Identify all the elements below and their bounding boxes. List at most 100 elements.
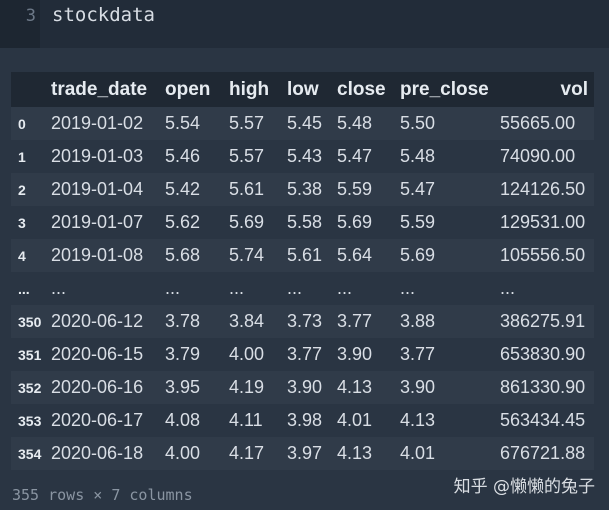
table-cell: 5.47	[400, 179, 436, 199]
table-cell: 4.01	[400, 443, 436, 463]
table-cell: 3.84	[229, 311, 265, 331]
table-cell: 5.64	[337, 245, 373, 265]
table-cell: ...	[287, 278, 303, 298]
table-cell: 5.46	[165, 146, 201, 166]
column-header: trade_date	[51, 78, 148, 100]
table-cell: 5.54	[165, 113, 201, 133]
table-row: 351 2020-06-15 3.79 4.00 3.77 3.90 3.77 653830.…	[11, 338, 594, 371]
table-row: 4 2019-01-08 5.68 5.74 5.61 5.64 5.69 105556.50	[11, 239, 594, 272]
table-cell: 105556.50	[500, 245, 586, 265]
table-cell: 2020-06-17	[51, 410, 144, 430]
table-cell: 3.95	[165, 377, 201, 397]
table-cell: 3.77	[400, 344, 436, 364]
table-row: 352 2020-06-16 3.95 4.19 3.90 4.13 3.90 861330.…	[11, 371, 594, 404]
table-cell: 4.13	[400, 410, 436, 430]
table-cell: 5.68	[165, 245, 201, 265]
table-cell: 55665.00	[500, 113, 576, 133]
table-cell: 5.43	[287, 146, 323, 166]
table-cell: 4.00	[165, 443, 201, 463]
column-header: open	[165, 78, 211, 100]
table-row: 353 2020-06-17 4.08 4.11 3.98 4.01 4.13 563434.…	[11, 404, 594, 437]
table-cell: 2020-06-15	[51, 344, 144, 364]
table-cell: 5.69	[400, 245, 436, 265]
table-cell: 3.90	[287, 377, 323, 397]
row-index: 3	[18, 214, 26, 231]
table-cell: 5.69	[337, 212, 373, 232]
table-cell: 5.48	[337, 113, 373, 133]
table-cell: 2019-01-03	[51, 146, 144, 166]
table-cell: 5.38	[287, 179, 323, 199]
header-row: trade_date open high low close pre_close…	[11, 72, 594, 107]
row-index: 351	[18, 346, 42, 363]
table-cell: 3.77	[337, 311, 373, 331]
row-index: 350	[18, 313, 42, 330]
table-cell: 5.69	[229, 212, 265, 232]
table-cell: 2019-01-02	[51, 113, 144, 133]
table-cell: 5.62	[165, 212, 201, 232]
table-cell: 5.59	[337, 179, 373, 199]
column-header: low	[287, 78, 319, 100]
table-cell: 3.90	[400, 377, 436, 397]
table-cell: 3.97	[287, 443, 323, 463]
table-cell: 4.13	[337, 443, 373, 463]
table-cell: 3.77	[287, 344, 323, 364]
table-cell: 2020-06-16	[51, 377, 144, 397]
row-index: 2	[18, 181, 26, 198]
column-header: vol	[560, 78, 588, 100]
table-cell: 861330.90	[500, 377, 586, 397]
column-header: pre_close	[400, 78, 489, 100]
watermark: 知乎 @懒懒的兔子	[453, 477, 595, 497]
table-row: 1 2019-01-03 5.46 5.57 5.43 5.47 5.48 74090.00	[11, 140, 594, 173]
table-cell: 2019-01-04	[51, 179, 144, 199]
table-cell: ...	[400, 278, 416, 298]
table-cell: 5.45	[287, 113, 323, 133]
table-cell: ...	[500, 278, 516, 298]
table-cell: 5.48	[400, 146, 436, 166]
table-cell: 5.47	[337, 146, 373, 166]
cell-gutter: 3	[0, 0, 40, 48]
table-cell: 5.74	[229, 245, 265, 265]
table-cell: 3.88	[400, 311, 436, 331]
line-number: 3	[25, 6, 36, 26]
table-cell: ...	[165, 278, 181, 298]
table-cell: 5.61	[287, 245, 323, 265]
table-cell: ...	[229, 278, 245, 298]
row-index: ...	[18, 280, 30, 297]
table-cell: 4.11	[229, 410, 263, 430]
dataframe-table: trade_date open high low close pre_close…	[11, 72, 594, 470]
table-cell: 653830.90	[500, 344, 586, 364]
table-row: 2 2019-01-04 5.42 5.61 5.38 5.59 5.47 124126.50	[11, 173, 594, 206]
table-cell: 5.42	[165, 179, 201, 199]
table-row: ........................	[11, 272, 594, 305]
table-cell: 676721.88	[500, 443, 586, 463]
table-cell: 4.13	[337, 377, 373, 397]
table-cell: 3.78	[165, 311, 201, 331]
table-cell: 4.01	[337, 410, 373, 430]
table-cell: 5.58	[287, 212, 323, 232]
row-index: 352	[18, 379, 42, 396]
table-cell: 4.08	[165, 410, 201, 430]
table-cell: 3.98	[287, 410, 323, 430]
table-cell: 4.17	[229, 443, 265, 463]
column-header: high	[229, 78, 270, 100]
code-line[interactable]: stockdata	[52, 4, 155, 26]
table-row: 354 2020-06-18 4.00 4.17 3.97 4.13 4.01 676721.…	[11, 437, 594, 470]
table-cell: 3.90	[337, 344, 373, 364]
table-cell: 563434.45	[500, 410, 586, 430]
table-cell: 2020-06-12	[51, 311, 144, 331]
table-cell: 2020-06-18	[51, 443, 144, 463]
table-cell: 74090.00	[500, 146, 576, 166]
code-cell[interactable]: 3 stockdata	[0, 0, 609, 48]
row-index: 353	[18, 412, 42, 429]
table-cell: 2019-01-08	[51, 245, 144, 265]
dataframe-shape: 355 rows × 7 columns	[12, 486, 193, 504]
table-row: 3 2019-01-07 5.62 5.69 5.58 5.69 5.59 129531.00	[11, 206, 594, 239]
table-cell: 2019-01-07	[51, 212, 144, 232]
table-cell: ...	[51, 278, 67, 298]
table-cell: 5.61	[229, 179, 265, 199]
table-cell: 4.19	[229, 377, 265, 397]
table-cell: 5.59	[400, 212, 436, 232]
table-cell: 3.79	[165, 344, 201, 364]
row-index: 4	[18, 247, 26, 264]
table-cell: 5.57	[229, 146, 265, 166]
